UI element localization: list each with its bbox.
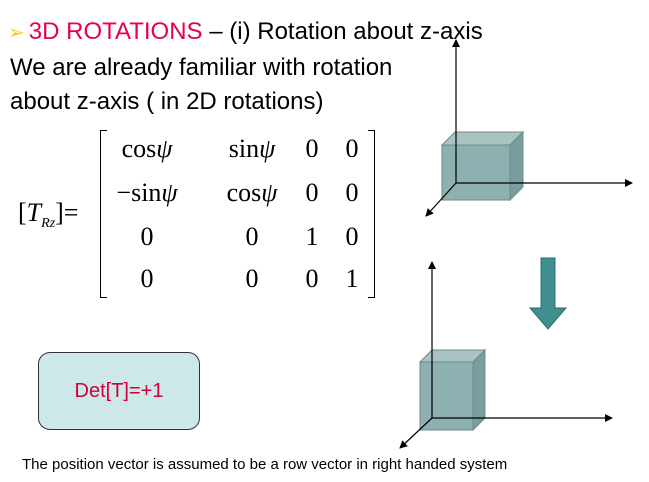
determinant-box: Det[T]=+1 [38, 352, 200, 430]
bottom-z-axis [399, 417, 433, 449]
top-cube [440, 130, 525, 202]
down-arrow-icon [528, 257, 568, 330]
footnote: The position vector is assumed to be a r… [22, 456, 508, 473]
bottom-coordinate-system [399, 261, 613, 449]
determinant-text: Det[T]=+1 [74, 379, 164, 402]
top-coordinate-system [425, 39, 633, 217]
slide: ➢ 3D ROTATIONS – (i) Rotation about z-axi… [0, 0, 649, 482]
